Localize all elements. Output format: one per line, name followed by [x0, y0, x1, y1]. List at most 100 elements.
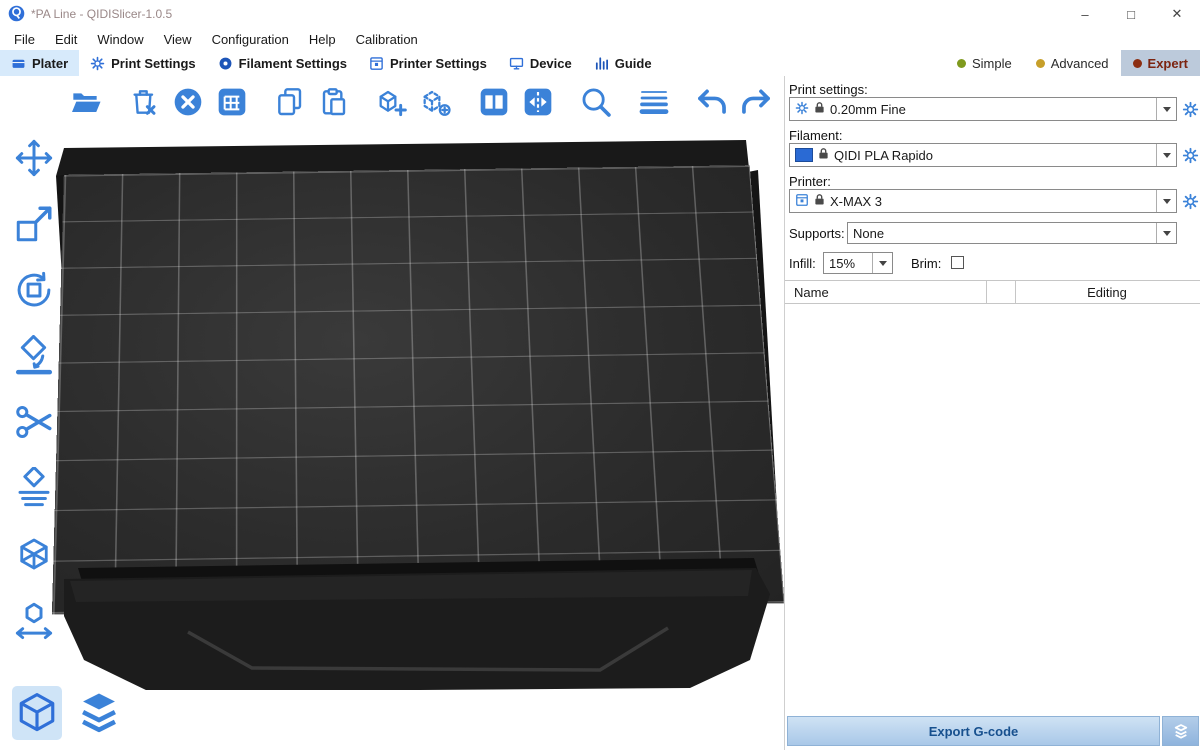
mirror-tool-button[interactable] — [10, 596, 58, 644]
delete-all-button[interactable] — [170, 84, 206, 120]
flatten-icon — [13, 335, 55, 377]
window-title: *PA Line - QIDISlicer-1.0.5 — [31, 7, 172, 21]
place-on-face-tool-button[interactable] — [10, 332, 58, 380]
chevron-down-icon[interactable] — [1156, 98, 1176, 120]
edit-print-settings-button[interactable] — [1181, 100, 1199, 118]
close-button[interactable]: ✕ — [1154, 0, 1200, 28]
menu-configuration[interactable]: Configuration — [202, 32, 299, 47]
arrange-button[interactable] — [214, 84, 250, 120]
open-project-button[interactable] — [68, 84, 104, 120]
view-switcher — [12, 686, 124, 740]
rotate-icon — [13, 269, 55, 311]
tabbar: Plater Print Settings Filament Settings … — [0, 50, 1200, 77]
chevron-down-icon[interactable] — [1156, 190, 1176, 212]
search-icon — [579, 85, 613, 119]
column-editing: Editing — [1015, 285, 1199, 300]
split-objects-button[interactable] — [476, 84, 512, 120]
menu-calibration[interactable]: Calibration — [346, 32, 428, 47]
column-divider — [986, 281, 987, 303]
tab-print-settings[interactable]: Print Settings — [79, 50, 207, 76]
measure-icon — [13, 533, 55, 575]
lock-icon — [814, 193, 825, 209]
redo-icon — [739, 85, 773, 119]
menubar: File Edit Window View Configuration Help… — [0, 28, 1200, 50]
paint-supports-tool-button[interactable] — [10, 464, 58, 512]
move-tool-button[interactable] — [10, 134, 58, 182]
export-gcode-button[interactable]: Export G-code — [787, 716, 1160, 746]
measure-tool-button[interactable] — [10, 530, 58, 578]
menu-help[interactable]: Help — [299, 32, 346, 47]
undo-button[interactable] — [694, 84, 730, 120]
printer-value: X-MAX 3 — [830, 194, 882, 209]
tab-printer-settings[interactable]: Printer Settings — [358, 50, 498, 76]
trash-icon — [128, 86, 160, 118]
chevron-down-icon[interactable] — [872, 253, 892, 273]
mode-expert[interactable]: Expert — [1121, 50, 1200, 76]
redo-button[interactable] — [738, 84, 774, 120]
printer-label: Printer: — [789, 174, 831, 189]
cut-tool-button[interactable] — [10, 398, 58, 446]
filament-settings-icon — [218, 56, 233, 71]
device-icon — [509, 56, 524, 71]
titlebar: *PA Line - QIDISlicer-1.0.5 – □ ✕ — [0, 0, 1200, 28]
mode-switcher: Simple Advanced Expert — [945, 50, 1200, 76]
tab-plater[interactable]: Plater — [0, 50, 79, 76]
layers-stack-icon — [77, 690, 121, 736]
printer-icon — [795, 193, 809, 210]
menu-view[interactable]: View — [154, 32, 202, 47]
cut-icon — [13, 401, 55, 443]
expert-mode-dot-icon — [1133, 59, 1142, 68]
brim-label: Brim: — [911, 256, 941, 271]
delete-button[interactable] — [126, 84, 162, 120]
editor-view-button[interactable] — [12, 686, 62, 740]
edit-filament-button[interactable] — [1181, 146, 1199, 164]
viewport-3d[interactable] — [0, 76, 784, 690]
paste-button[interactable] — [316, 84, 352, 120]
mode-simple[interactable]: Simple — [945, 50, 1024, 76]
gear-icon — [795, 101, 809, 118]
gear-icon — [1182, 193, 1199, 210]
edit-printer-button[interactable] — [1181, 192, 1199, 210]
split-parts-icon — [522, 86, 554, 118]
mode-advanced[interactable]: Advanced — [1024, 50, 1121, 76]
menu-window[interactable]: Window — [87, 32, 153, 47]
variable-layer-height-button[interactable] — [636, 84, 672, 120]
layers-icon — [638, 86, 670, 118]
move-icon — [13, 137, 55, 179]
infill-select[interactable]: 15% — [823, 252, 893, 274]
filament-select[interactable]: QIDI PLA Rapido — [789, 143, 1177, 167]
tab-label: Filament Settings — [239, 56, 347, 71]
print-settings-select[interactable]: 0.20mm Fine — [789, 97, 1177, 121]
filament-value: QIDI PLA Rapido — [834, 148, 933, 163]
mode-label: Simple — [972, 56, 1012, 71]
menu-file[interactable]: File — [4, 32, 45, 47]
scale-tool-button[interactable] — [10, 200, 58, 248]
tab-filament-settings[interactable]: Filament Settings — [207, 50, 358, 76]
object-list-header: Name Editing — [785, 280, 1200, 304]
chevron-down-icon[interactable] — [1156, 144, 1176, 166]
maximize-button[interactable]: □ — [1108, 0, 1154, 28]
split-parts-button[interactable] — [520, 84, 556, 120]
export-options-button[interactable] — [1162, 716, 1199, 746]
add-instance-button[interactable] — [374, 84, 410, 120]
tab-guide[interactable]: Guide — [583, 50, 663, 76]
copy-button[interactable] — [272, 84, 308, 120]
window-controls: – □ ✕ — [1062, 0, 1200, 28]
chevron-down-icon[interactable] — [1156, 223, 1176, 243]
remove-instance-button[interactable] — [418, 84, 454, 120]
tab-label: Plater — [32, 56, 68, 71]
supports-select[interactable]: None — [847, 222, 1177, 244]
printer-select[interactable]: X-MAX 3 — [789, 189, 1177, 213]
brim-checkbox[interactable] — [951, 256, 964, 269]
paint-icon — [13, 467, 55, 509]
tab-device[interactable]: Device — [498, 50, 583, 76]
delete-all-icon — [172, 86, 204, 118]
minimize-button[interactable]: – — [1062, 0, 1108, 28]
advanced-mode-dot-icon — [1036, 59, 1045, 68]
preview-layers-button[interactable] — [74, 686, 124, 740]
rotate-tool-button[interactable] — [10, 266, 58, 314]
print-settings-icon — [90, 56, 105, 71]
menu-edit[interactable]: Edit — [45, 32, 87, 47]
tab-label: Printer Settings — [390, 56, 487, 71]
search-button[interactable] — [578, 84, 614, 120]
